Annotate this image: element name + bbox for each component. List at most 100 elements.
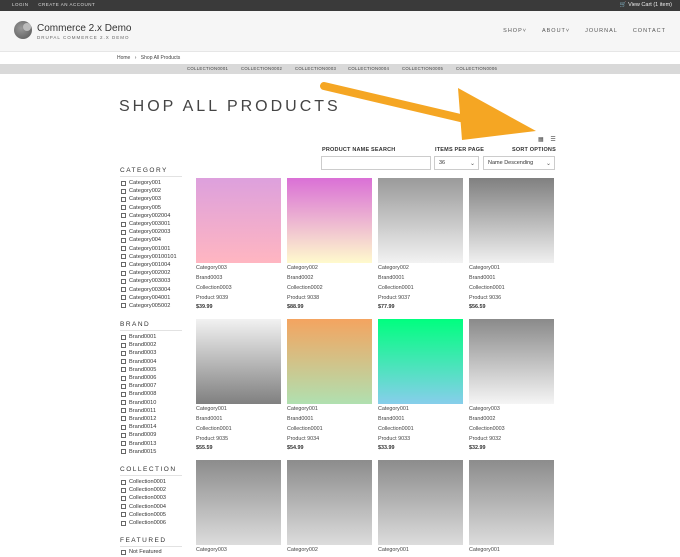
product-name[interactable]: Product 9039: [196, 294, 281, 303]
facet-checkbox[interactable]: [121, 359, 126, 365]
facet-checkbox[interactable]: [121, 383, 126, 389]
facet-item[interactable]: Brand0004: [121, 358, 156, 366]
product-card[interactable]: Category001: [469, 460, 554, 556]
facet-checkbox[interactable]: [121, 213, 126, 219]
facet-checkbox[interactable]: [121, 334, 126, 340]
nav-item-about[interactable]: ABOUT˅: [542, 28, 570, 34]
facet-checkbox[interactable]: [121, 278, 126, 284]
product-name[interactable]: Product 9036: [469, 294, 554, 303]
list-view-icon[interactable]: ☰: [550, 137, 555, 143]
facet-checkbox[interactable]: [121, 188, 126, 194]
facet-item[interactable]: Category001: [121, 179, 177, 187]
facet-item[interactable]: Collection0001: [121, 478, 166, 486]
product-card[interactable]: Category001 Brand0001 Collection0001 Produc…: [287, 319, 372, 453]
name-search-input[interactable]: [321, 156, 431, 170]
facet-checkbox[interactable]: [121, 342, 126, 348]
facet-checkbox[interactable]: [121, 400, 126, 406]
facet-checkbox[interactable]: [121, 196, 126, 202]
facet-checkbox[interactable]: [121, 479, 126, 485]
grid-view-icon[interactable]: ▦: [538, 137, 544, 143]
product-image[interactable]: [469, 319, 554, 404]
facet-item[interactable]: Category003: [121, 195, 177, 203]
facet-item[interactable]: Collection0005: [121, 511, 166, 519]
facet-item[interactable]: Category002002: [121, 269, 177, 277]
facet-checkbox[interactable]: [121, 495, 126, 501]
product-name[interactable]: Product 9032: [469, 435, 554, 444]
product-image[interactable]: [469, 460, 554, 545]
product-card[interactable]: Category002: [287, 460, 372, 556]
sort-options-select[interactable]: Name Descending ⌄: [483, 156, 555, 170]
product-name[interactable]: Product 9038: [287, 294, 372, 303]
product-image[interactable]: [287, 460, 372, 545]
product-name[interactable]: Product 9037: [378, 294, 463, 303]
facet-checkbox[interactable]: [121, 221, 126, 227]
facet-checkbox[interactable]: [121, 350, 126, 356]
facet-item[interactable]: Category003003: [121, 277, 177, 285]
collection-link[interactable]: COLLECTION0001: [187, 66, 228, 71]
facet-item[interactable]: Brand0014: [121, 423, 156, 431]
facet-checkbox[interactable]: [121, 367, 126, 373]
facet-checkbox[interactable]: [121, 512, 126, 518]
facet-checkbox[interactable]: [121, 416, 126, 422]
product-image[interactable]: [287, 319, 372, 404]
facet-checkbox[interactable]: [121, 295, 126, 301]
facet-item[interactable]: Category004: [121, 236, 177, 244]
site-logo-icon[interactable]: [14, 21, 32, 39]
product-name[interactable]: Product 9033: [378, 435, 463, 444]
facet-item[interactable]: Category005002: [121, 302, 177, 310]
collection-link[interactable]: COLLECTION0005: [402, 66, 443, 71]
nav-item-journal[interactable]: JOURNAL: [585, 28, 618, 34]
facet-checkbox[interactable]: [121, 408, 126, 414]
collection-link[interactable]: COLLECTION0003: [295, 66, 336, 71]
facet-checkbox[interactable]: [121, 229, 126, 235]
facet-item[interactable]: Category001004: [121, 261, 177, 269]
view-cart-link[interactable]: 🛒 View Cart (1 item): [620, 2, 672, 8]
facet-item[interactable]: Brand0001: [121, 333, 156, 341]
facet-item[interactable]: Brand0012: [121, 415, 156, 423]
product-image[interactable]: [378, 178, 463, 263]
facet-checkbox[interactable]: [121, 287, 126, 293]
facet-item[interactable]: Brand0006: [121, 374, 156, 382]
nav-item-shop[interactable]: SHOP˅: [503, 28, 527, 34]
facet-item[interactable]: Collection0006: [121, 519, 166, 527]
facet-item[interactable]: Brand0007: [121, 382, 156, 390]
facet-checkbox[interactable]: [121, 246, 126, 252]
facet-item[interactable]: Not Featured: [121, 548, 162, 556]
product-image[interactable]: [378, 460, 463, 545]
product-card[interactable]: Category001 Brand0001 Collection0001 Produc…: [378, 319, 463, 453]
facet-checkbox[interactable]: [121, 254, 126, 260]
facet-item[interactable]: Collection0003: [121, 494, 166, 502]
product-image[interactable]: [469, 178, 554, 263]
site-name[interactable]: Commerce 2.x Demo: [37, 23, 131, 34]
facet-item[interactable]: Brand0005: [121, 366, 156, 374]
product-name[interactable]: Product 9034: [287, 435, 372, 444]
facet-checkbox[interactable]: [121, 237, 126, 243]
facet-checkbox[interactable]: [121, 205, 126, 211]
facet-item[interactable]: Brand0003: [121, 349, 156, 357]
facet-checkbox[interactable]: [121, 487, 126, 493]
facet-checkbox[interactable]: [121, 303, 126, 309]
facet-checkbox[interactable]: [121, 424, 126, 430]
product-image[interactable]: [196, 319, 281, 404]
product-name[interactable]: Product 9035: [196, 435, 281, 444]
product-card[interactable]: Category002 Brand0002 Collection0002 Produc…: [287, 178, 372, 312]
facet-item[interactable]: Collection0002: [121, 486, 166, 494]
facet-item[interactable]: Brand0010: [121, 399, 156, 407]
facet-item[interactable]: Category001001: [121, 245, 177, 253]
facet-item[interactable]: Brand0009: [121, 431, 156, 439]
facet-checkbox[interactable]: [121, 180, 126, 186]
items-per-page-select[interactable]: 36 ⌄: [434, 156, 479, 170]
product-image[interactable]: [287, 178, 372, 263]
product-card[interactable]: Category003 Brand0003 Collection0003 Produc…: [196, 178, 281, 312]
create-account-link[interactable]: CREATE AN ACCOUNT: [38, 2, 95, 7]
facet-item[interactable]: Brand0008: [121, 390, 156, 398]
facet-item[interactable]: Brand0013: [121, 439, 156, 447]
facet-checkbox[interactable]: [121, 504, 126, 510]
facet-checkbox[interactable]: [121, 549, 126, 555]
product-card[interactable]: Category002 Brand0001 Collection0001 Produc…: [378, 178, 463, 312]
collection-link[interactable]: COLLECTION0002: [241, 66, 282, 71]
facet-item[interactable]: Category002003: [121, 228, 177, 236]
facet-checkbox[interactable]: [121, 262, 126, 268]
facet-item[interactable]: Category00100101: [121, 253, 177, 261]
breadcrumb-home[interactable]: Home: [117, 55, 130, 61]
